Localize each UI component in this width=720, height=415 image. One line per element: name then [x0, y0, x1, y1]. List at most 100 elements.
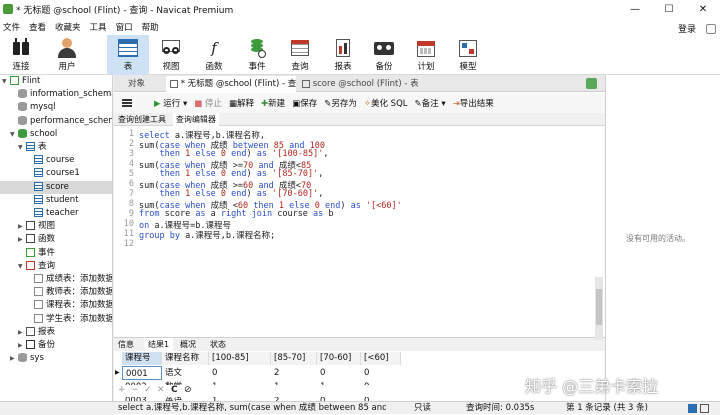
menu-file[interactable]: 文件	[3, 21, 20, 33]
toolbar-user-button[interactable]: 用户	[46, 35, 88, 75]
menu-tools[interactable]: 工具	[90, 21, 107, 33]
toolbar-function-button[interactable]: f 函数	[193, 35, 235, 75]
toolbar-report-button[interactable]: 报表	[322, 35, 364, 75]
tree-node[interactable]: ▼ school	[0, 128, 112, 141]
grid-view-icon[interactable]	[688, 404, 697, 413]
tree-node-label: teacher	[46, 208, 79, 218]
save-as-button[interactable]: ✎另存为	[324, 97, 357, 109]
tree-node[interactable]: 学生表：添加数据	[0, 313, 112, 326]
column-header[interactable]: 课程名称	[162, 352, 209, 365]
tree-node[interactable]: course1	[0, 167, 112, 180]
login-link[interactable]: 登录	[678, 22, 696, 35]
toolbar-query-button[interactable]: 查询	[279, 35, 321, 75]
tree-node[interactable]: ▶ 函数	[0, 233, 112, 246]
tab-status[interactable]: 状态	[206, 338, 230, 352]
note-button[interactable]: ✎备注 ▾	[415, 97, 446, 109]
toolbar-connect-button[interactable]: 连接	[0, 35, 42, 75]
tree-node[interactable]: 课程表：添加数据	[0, 299, 112, 312]
run-button[interactable]: ▶ 运行 ▾	[154, 97, 187, 109]
user-avatar-icon[interactable]	[706, 24, 716, 34]
tree-node[interactable]: course	[0, 154, 112, 167]
delete-record-button[interactable]: −	[131, 385, 139, 395]
chevron-right-icon[interactable]: ▶	[18, 220, 26, 233]
column-header[interactable]: [85-70]	[271, 352, 317, 365]
tab-query-editor[interactable]: 查询编辑器	[172, 113, 219, 126]
tree-node[interactable]: score	[0, 180, 112, 194]
table-cell[interactable]: 0	[361, 366, 401, 380]
toolbar-event-button[interactable]: 事件	[236, 35, 278, 75]
code-token: right join	[220, 209, 278, 219]
query-item-icon	[34, 287, 43, 297]
stop-refresh-button[interactable]: ⊘	[184, 385, 192, 395]
tree-node[interactable]: ▼ 表	[0, 141, 112, 154]
apply-changes-button[interactable]: ✓	[144, 385, 152, 395]
status-bar: select a.课程号,b.课程名称, sum(case when 成绩 be…	[0, 401, 720, 414]
table-cell[interactable]: 0	[317, 366, 361, 380]
explain-button[interactable]: ▦解释	[229, 97, 254, 109]
column-header[interactable]: [<60]	[361, 352, 401, 365]
save-button[interactable]: ▣保存	[292, 97, 317, 109]
beautify-sql-button[interactable]: ✧美化 SQL	[364, 97, 408, 109]
toolbar-backup-button[interactable]: 备份	[363, 35, 405, 75]
sql-editor[interactable]: 1 select a.课程号,b.课程名称, 2 sum(case when 成绩 b…	[114, 127, 605, 336]
tree-node[interactable]: 教师表：添加数据	[0, 286, 112, 299]
hamburger-menu-icon[interactable]	[122, 99, 132, 107]
tab-result1[interactable]: 结果1	[144, 338, 174, 352]
tree-node[interactable]: 成绩表：添加数据	[0, 273, 112, 286]
menu-window[interactable]: 窗口	[116, 21, 133, 33]
refresh-button[interactable]: C	[171, 385, 178, 395]
tab-score-table[interactable]: score @school (Flint) - 表	[298, 76, 423, 92]
chevron-down-icon[interactable]: ▼	[18, 260, 26, 273]
chevron-right-icon[interactable]: ▶	[18, 339, 26, 352]
menu-view[interactable]: 查看	[29, 21, 46, 33]
menu-favorites[interactable]: 收藏夹	[55, 21, 81, 33]
chevron-right-icon[interactable]: ▶	[18, 326, 26, 339]
tree-node[interactable]: mysql	[0, 101, 112, 114]
new-query-tab-icon[interactable]	[586, 78, 597, 89]
menu-help[interactable]: 帮助	[142, 21, 159, 33]
new-button[interactable]: ✚新建	[261, 97, 285, 109]
column-header[interactable]: [100-85]	[209, 352, 271, 365]
tree-node[interactable]: ▼ Flint	[0, 75, 112, 88]
table-cell[interactable]: 0001	[122, 366, 162, 380]
toolbar-table-button[interactable]: 表	[107, 35, 149, 75]
chevron-right-icon[interactable]: ▶	[10, 352, 18, 365]
chevron-down-icon[interactable]: ▼	[2, 75, 10, 88]
form-view-icon[interactable]	[700, 404, 709, 413]
tree-node[interactable]: student	[0, 194, 112, 207]
export-result-button[interactable]: ⇥导出结果	[453, 97, 494, 109]
table-cell[interactable]: 2	[271, 366, 317, 380]
table-cell[interactable]: 语文	[162, 366, 209, 380]
chevron-down-icon[interactable]: ▼	[10, 128, 18, 141]
tab-profile[interactable]: 概况	[176, 338, 200, 352]
chevron-right-icon[interactable]: ▶	[18, 233, 26, 246]
discard-changes-button[interactable]: ✕	[157, 385, 165, 395]
toolbar-schedule-button[interactable]: 计划	[405, 35, 447, 75]
toolbar-model-button[interactable]: 模型	[447, 35, 489, 75]
tab-query[interactable]: * 无标题 @school (Flint) - 查...	[166, 76, 296, 92]
grid-scrollbar[interactable]	[595, 277, 603, 340]
tree-node[interactable]: ▶ sys	[0, 352, 112, 365]
tree-node[interactable]: teacher	[0, 207, 112, 220]
minimize-button[interactable]: —	[618, 0, 652, 19]
column-header[interactable]: [70-60]	[317, 352, 361, 365]
tab-info[interactable]: 信息	[114, 338, 138, 352]
table-cell[interactable]: 0	[209, 366, 271, 380]
toolbar-view-button[interactable]: 视图	[150, 35, 192, 75]
tree-node[interactable]: ▼ 查询	[0, 260, 112, 273]
tree-node[interactable]: information_schema	[0, 88, 112, 101]
tree-node[interactable]: ▶ 视图	[0, 220, 112, 233]
close-button[interactable]: ✕	[686, 0, 720, 19]
table-row[interactable]: ▶ 0001 语文 0 2 0 0	[114, 366, 594, 380]
tree-node[interactable]: performance_schema	[0, 115, 112, 128]
column-header[interactable]: 课程号	[122, 352, 162, 365]
tree-node[interactable]: ▶ 报表	[0, 326, 112, 339]
tab-objects[interactable]: 对象	[124, 76, 164, 92]
tab-query-builder[interactable]: 查询创建工具	[118, 115, 166, 124]
stop-button[interactable]: ■ 停止	[194, 97, 222, 109]
tree-node[interactable]: ▶ 备份	[0, 339, 112, 352]
maximize-button[interactable]: ☐	[652, 0, 686, 19]
chevron-down-icon[interactable]: ▼	[18, 141, 26, 154]
tree-node[interactable]: 事件	[0, 247, 112, 260]
add-record-button[interactable]: +	[118, 385, 126, 395]
